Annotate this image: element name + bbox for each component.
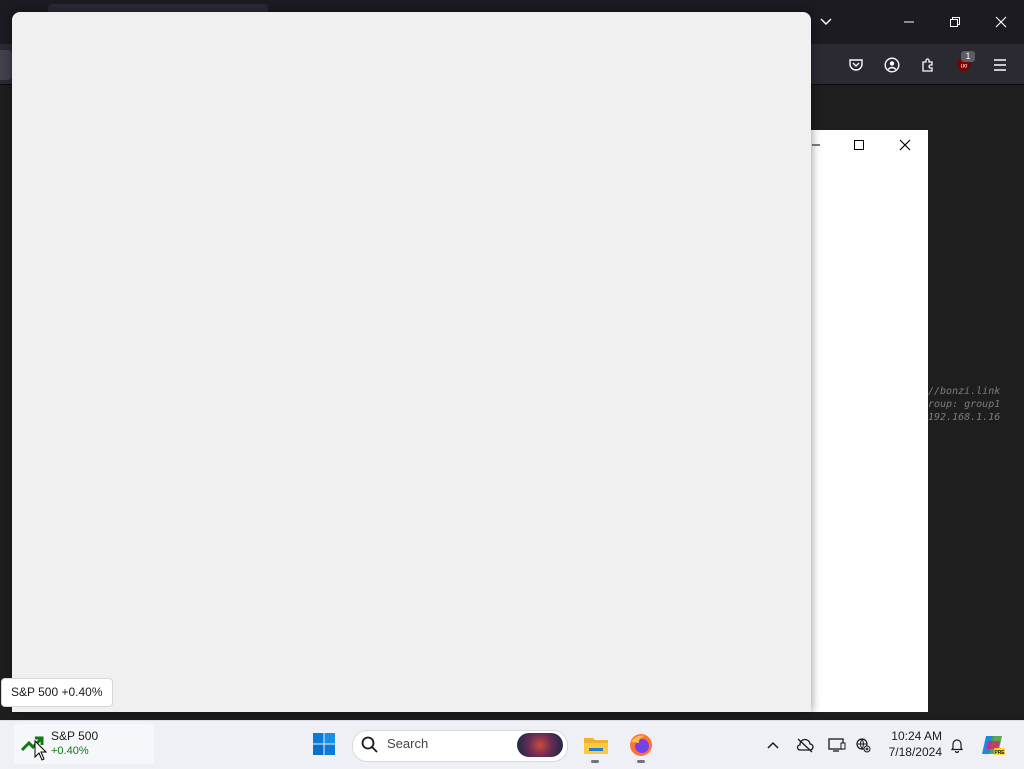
close-icon	[995, 16, 1007, 28]
menu-button[interactable]	[985, 52, 1015, 78]
code-line: 192.168.1.16	[928, 412, 1001, 423]
close-button[interactable]	[978, 6, 1024, 38]
firefox-icon	[630, 734, 652, 756]
code-line: roup: group1	[928, 399, 1001, 410]
mouse-cursor-icon	[34, 740, 48, 761]
minimize-icon	[904, 21, 914, 23]
notifications-button[interactable]	[945, 733, 969, 757]
cloud-off-icon	[796, 738, 814, 753]
chevron-up-icon	[767, 741, 779, 749]
onedrive-offline-button[interactable]	[793, 733, 817, 757]
search-icon	[361, 736, 378, 753]
code-line: //bonzi.link	[928, 386, 1001, 397]
firefox-button[interactable]	[625, 728, 657, 762]
chevron-down-icon	[820, 18, 832, 26]
puzzle-icon	[922, 58, 933, 72]
hamburger-menu-icon	[994, 59, 1006, 71]
background-window	[811, 130, 928, 712]
tab-list-button[interactable]	[812, 8, 840, 36]
clock-time[interactable]: 10:24 AM	[886, 729, 942, 743]
svg-text:PRE: PRE	[994, 750, 1005, 756]
running-indicator	[591, 760, 599, 763]
widget-title: S&P 500	[51, 729, 99, 743]
windows-logo-icon	[313, 733, 335, 755]
copilot-icon: PRE	[982, 736, 1005, 756]
search-highlight-image[interactable]	[517, 733, 563, 757]
maximize-icon	[854, 140, 864, 150]
globe-disconnected-icon	[856, 738, 871, 753]
window-close-button[interactable]	[892, 134, 918, 156]
close-icon	[899, 139, 911, 151]
extensions-button[interactable]	[913, 52, 943, 78]
pocket-button[interactable]	[841, 52, 871, 78]
minimize-button[interactable]	[886, 6, 932, 38]
monitor-icon	[828, 738, 846, 752]
minimize-icon	[812, 144, 820, 146]
bell-icon	[950, 739, 964, 753]
start-button[interactable]	[308, 728, 340, 760]
widget-value: +0.40%	[51, 745, 89, 757]
ublock-badge: 1	[961, 51, 975, 62]
restore-icon	[950, 17, 960, 27]
display-settings-button[interactable]	[825, 733, 849, 757]
restore-button[interactable]	[932, 6, 978, 38]
widget-tooltip: S&P 500 +0.40%	[1, 678, 113, 707]
search-placeholder: Search	[387, 736, 429, 751]
file-explorer-button[interactable]	[580, 728, 612, 762]
account-icon	[884, 57, 900, 73]
running-indicator	[637, 760, 645, 763]
copilot-button[interactable]: PRE	[978, 731, 1008, 759]
folder-icon	[584, 738, 608, 754]
window-maximize-button[interactable]	[846, 134, 872, 156]
back-button[interactable]	[0, 50, 12, 80]
blank-window[interactable]	[12, 12, 811, 712]
clock-date[interactable]: 7/18/2024	[882, 745, 942, 759]
svg-text:uo: uo	[961, 64, 968, 70]
account-button[interactable]	[877, 52, 907, 78]
show-hidden-icons-button[interactable]	[761, 733, 785, 757]
pocket-icon	[849, 59, 863, 71]
network-button[interactable]	[851, 733, 875, 757]
